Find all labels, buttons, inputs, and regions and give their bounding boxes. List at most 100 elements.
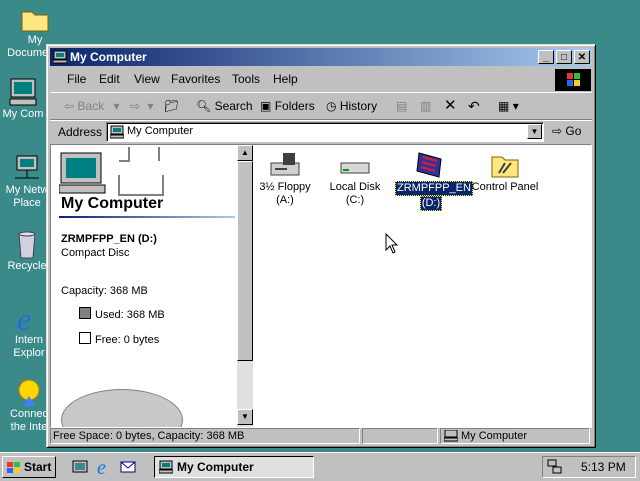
control-panel-icon — [491, 156, 519, 178]
menu-tools[interactable]: Tools — [232, 72, 260, 86]
file-list: 3½ Floppy (A:) Local Disk (C:) ZRMPFPP_E… — [255, 145, 591, 427]
item-cd-drive[interactable]: ZRMPFPP_EN (D:) — [395, 149, 473, 211]
menu-edit[interactable]: Edit — [99, 72, 120, 86]
title-bar[interactable]: My Computer _ □ ✕ — [50, 48, 592, 66]
windows-logo — [555, 69, 591, 91]
folders-label: Folders — [274, 99, 315, 113]
up-folder-icon: 📁︎ — [164, 99, 180, 113]
move-to-icon: ▤ — [396, 99, 408, 113]
undo-button[interactable]: ↶ — [468, 96, 480, 116]
move-to-button[interactable]: ▤ — [396, 96, 407, 116]
chevron-down-icon: ▾ — [113, 99, 120, 113]
status-zone: My Computer — [440, 428, 590, 444]
history-icon: ◷ — [326, 99, 337, 113]
status-free-space: Free Space: 0 bytes, Capacity: 368 MB — [50, 428, 360, 444]
internet-explorer-icon: e — [17, 301, 31, 337]
free-text: Free: 0 bytes — [95, 334, 160, 346]
content-area: My Computer ZRMPFPP_EN (D:) Compact Disc… — [50, 144, 592, 428]
address-bar: Address My Computer ▼ ⇨ Go — [50, 120, 592, 143]
start-button[interactable]: Start — [2, 456, 56, 478]
delete-icon: ✕ — [444, 97, 457, 114]
views-button[interactable]: ▦ ▾ — [498, 96, 519, 116]
start-label: Start — [24, 460, 52, 474]
item-label-2: (A:) — [276, 194, 294, 206]
internet-explorer-icon: e — [97, 457, 106, 479]
menu-favorites[interactable]: Favorites — [171, 72, 220, 86]
maximize-button[interactable]: □ — [556, 50, 572, 64]
selected-drive-type: Compact Disc — [61, 247, 130, 259]
quick-launch-desktop[interactable] — [72, 459, 88, 475]
scroll-down-button[interactable]: ▼ — [237, 409, 253, 425]
copy-to-button[interactable]: ▥ — [420, 96, 431, 116]
quick-launch-outlook[interactable] — [120, 459, 136, 475]
close-button[interactable]: ✕ — [574, 50, 590, 64]
history-label: History — [339, 99, 378, 113]
cd-drive-icon — [416, 152, 442, 178]
chevron-down-icon: ▾ — [147, 99, 154, 113]
back-arrow-icon: ⇦ — [64, 99, 75, 113]
folders-button[interactable]: ▣ Folders — [260, 96, 315, 116]
item-label: 3½ Floppy — [259, 181, 311, 193]
item-label-2: (D:) — [419, 196, 443, 211]
item-floppy-drive[interactable]: 3½ Floppy (A:) — [249, 149, 321, 207]
search-label: Search — [214, 99, 253, 113]
go-button[interactable]: ⇨ Go — [552, 124, 581, 138]
folder-icon — [21, 11, 49, 32]
clock[interactable]: 5:13 PM — [581, 460, 626, 474]
network-icon — [15, 155, 39, 179]
minimize-button[interactable]: _ — [538, 50, 554, 64]
address-label: Address — [58, 125, 103, 139]
mouse-cursor-icon — [385, 233, 399, 254]
chevron-down-icon: ▾ — [512, 99, 519, 113]
computer-icon — [444, 430, 458, 442]
menu-file[interactable]: File — [67, 72, 86, 86]
menu-view[interactable]: View — [134, 72, 160, 86]
delete-button[interactable]: ✕ — [444, 96, 457, 116]
used-text: Used: 368 MB — [95, 309, 165, 321]
chevron-down-icon: ▼ — [530, 127, 539, 136]
arrow-down-icon: ▼ — [241, 412, 249, 421]
status-bar: Free Space: 0 bytes, Capacity: 368 MB My… — [50, 428, 592, 444]
search-icon: 🔍︎ — [196, 99, 212, 113]
search-button[interactable]: 🔍︎ Search — [196, 96, 253, 116]
arrow-up-icon: ▲ — [241, 148, 249, 157]
up-button[interactable]: 📁︎ — [164, 96, 179, 116]
item-label: Control Panel — [471, 181, 539, 193]
undo-icon: ↶ — [468, 98, 480, 114]
my-computer-window: My Computer _ □ ✕ File Edit View Favorit… — [46, 44, 596, 448]
menu-help[interactable]: Help — [273, 72, 298, 86]
webview-info-pane: My Computer ZRMPFPP_EN (D:) Compact Disc… — [51, 145, 235, 427]
show-desktop-icon — [72, 460, 88, 473]
windows-flag-icon — [567, 73, 580, 86]
address-value: My Computer — [127, 125, 194, 137]
forward-button[interactable]: ⇨ ▾ — [130, 96, 153, 116]
go-label: Go — [565, 124, 582, 138]
go-arrow-icon: ⇨ — [552, 124, 563, 138]
svg-text:e: e — [17, 302, 31, 334]
address-input[interactable]: My Computer ▼ — [106, 122, 544, 142]
my-computer-large-icon — [59, 147, 164, 196]
item-control-panel[interactable]: Control Panel — [469, 149, 541, 194]
network-status-icon[interactable] — [547, 459, 563, 475]
selected-drive-name: ZRMPFPP_EN (D:) — [61, 233, 157, 245]
item-local-disk[interactable]: Local Disk (C:) — [319, 149, 391, 207]
floppy-drive-icon — [270, 153, 300, 176]
quick-launch-ie[interactable]: e — [96, 457, 114, 479]
system-tray: 5:13 PM — [542, 456, 636, 478]
computer-icon — [110, 125, 124, 139]
svg-text:e: e — [97, 457, 106, 477]
taskbar-button-label: My Computer — [177, 460, 254, 474]
disk-usage-pie — [61, 389, 183, 427]
address-dropdown-button[interactable]: ▼ — [527, 124, 542, 139]
computer-icon — [159, 460, 173, 474]
history-button[interactable]: ◷ History — [326, 96, 377, 116]
copy-to-icon: ▥ — [420, 99, 432, 113]
folders-icon: ▣ — [260, 99, 272, 113]
window-title: My Computer — [70, 50, 147, 64]
taskbar-button-my-computer[interactable]: My Computer — [154, 456, 314, 478]
free-swatch — [79, 332, 91, 344]
item-label: Local Disk (C:) — [329, 181, 381, 206]
windows-flag-icon — [7, 462, 20, 473]
status-zone-label: My Computer — [461, 430, 528, 442]
back-button[interactable]: ⇦ Back ▾ — [64, 96, 119, 116]
